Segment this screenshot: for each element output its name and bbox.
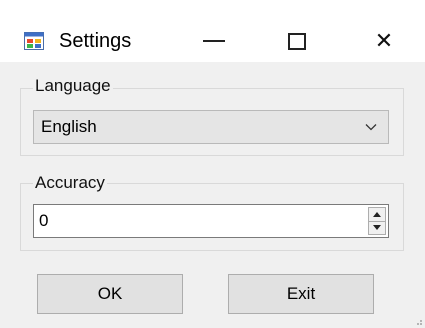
- spin-down-icon: [373, 225, 381, 231]
- spin-up-icon: [373, 211, 381, 217]
- minimize-icon: [203, 40, 225, 42]
- close-icon: ✕: [374, 28, 394, 53]
- exit-button[interactable]: Exit: [228, 274, 374, 314]
- settings-window: Settings ✕ Language English Accuracy 0 O…: [0, 0, 425, 328]
- language-selected-value: English: [41, 117, 97, 136]
- accuracy-group-label: Accuracy: [33, 173, 107, 193]
- language-combobox[interactable]: English: [33, 110, 389, 144]
- ok-button[interactable]: OK: [37, 274, 183, 314]
- window-title: Settings: [59, 30, 132, 52]
- title-bar[interactable]: Settings ✕: [0, 0, 425, 62]
- minimize-button[interactable]: [186, 22, 242, 60]
- accuracy-numeric-updown: [33, 204, 389, 238]
- close-button[interactable]: ✕: [356, 22, 412, 60]
- language-group-label: Language: [33, 76, 113, 96]
- accuracy-input[interactable]: [36, 207, 342, 235]
- form-window-icon: [24, 32, 44, 50]
- resize-grip-icon[interactable]: [413, 316, 423, 326]
- chevron-down-icon: [365, 124, 377, 131]
- spin-up-button[interactable]: [368, 207, 386, 222]
- maximize-button[interactable]: [269, 22, 325, 60]
- maximize-icon: [288, 32, 306, 50]
- accuracy-spinner: [368, 207, 386, 235]
- spin-down-button[interactable]: [368, 221, 386, 235]
